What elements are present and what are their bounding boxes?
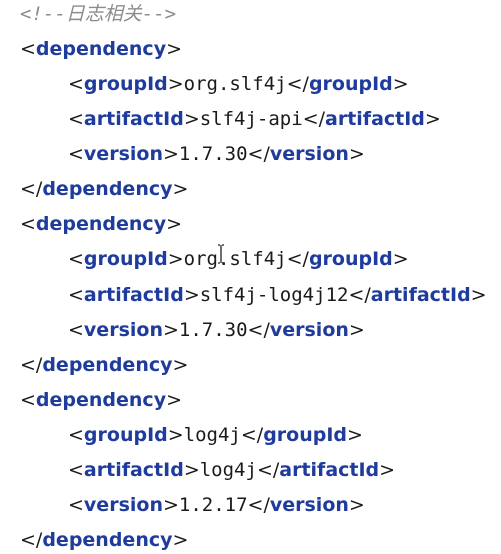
gt-symbol: > <box>392 248 409 270</box>
dependency-tag: dependency <box>35 38 167 60</box>
gt-symbol: > <box>162 319 179 341</box>
gt-symbol: > <box>183 459 200 481</box>
lt-slash-symbol: </ <box>20 529 43 551</box>
artifactid-tag: artifactId <box>83 459 184 481</box>
dependency-close-tag: dependency <box>42 354 173 376</box>
lt-slash-symbol: </ <box>247 143 270 165</box>
gt-symbol: > <box>166 389 183 411</box>
version-close-tag: version <box>269 143 349 165</box>
gt-symbol: > <box>167 73 184 95</box>
gt-symbol: > <box>172 178 189 200</box>
gt-symbol: > <box>348 494 365 516</box>
lt-symbol: < <box>68 459 84 481</box>
gt-symbol: > <box>167 424 184 446</box>
groupid-value: log4j <box>183 424 241 446</box>
version-close-tag: version <box>269 494 349 516</box>
gt-symbol: > <box>470 284 487 306</box>
version-line: <version>1.7.30</version> <box>0 137 365 172</box>
lt-symbol: < <box>68 248 84 270</box>
version-tag: version <box>83 319 163 341</box>
gt-symbol: > <box>392 73 409 95</box>
lt-slash-symbol: </ <box>247 319 270 341</box>
lt-slash-symbol: </ <box>348 284 371 306</box>
gt-symbol: > <box>183 284 200 306</box>
artifactid-value: log4j <box>199 459 257 481</box>
lt-symbol: < <box>68 319 84 341</box>
artifactid-tag: artifactId <box>83 108 184 130</box>
comment-line: <!--日志相关--> <box>0 0 176 32</box>
lt-slash-symbol: </ <box>286 73 309 95</box>
lt-slash-symbol: </ <box>20 178 43 200</box>
gt-symbol: > <box>172 354 189 376</box>
artifactid-value: slf4j-api <box>199 108 303 130</box>
groupid-line: <groupId>org.slf4j</groupId> <box>0 242 409 277</box>
groupid-close-tag: groupId <box>308 248 393 270</box>
lt-symbol: < <box>20 213 36 235</box>
groupid-value: org.slf4j <box>183 248 287 270</box>
artifactid-close-tag: artifactId <box>325 108 425 130</box>
groupid-close-tag: groupId <box>263 424 348 446</box>
gt-symbol: > <box>348 143 365 165</box>
version-value: 1.7.30 <box>178 143 248 165</box>
lt-slash-symbol: </ <box>240 424 264 446</box>
version-value: 1.2.17 <box>178 494 248 516</box>
dependency-tag: dependency <box>35 389 167 411</box>
artifactid-line: <artifactId>slf4j-log4j12</artifactId> <box>0 278 487 313</box>
lt-symbol: < <box>68 73 84 95</box>
artifactid-close-tag: artifactId <box>370 284 471 306</box>
lt-symbol: < <box>68 108 84 130</box>
version-tag: version <box>83 143 163 165</box>
version-line: <version>1.2.17</version> <box>0 488 365 523</box>
version-value: 1.7.30 <box>178 319 248 341</box>
gt-symbol: > <box>348 319 365 341</box>
version-close-tag: version <box>269 319 349 341</box>
lt-symbol: < <box>68 424 84 446</box>
groupid-line: <groupId>log4j</groupId> <box>0 418 363 453</box>
gt-symbol: > <box>183 108 200 130</box>
dependency-open-line: <dependency> <box>0 32 182 67</box>
gt-symbol: > <box>162 143 179 165</box>
lt-symbol: < <box>68 494 84 516</box>
artifactid-value: slf4j-log4j12 <box>199 284 349 306</box>
artifactid-line: <artifactId>slf4j-api</artifactId> <box>0 102 441 137</box>
comment-text: <!--日志相关--> <box>20 3 177 25</box>
lt-slash-symbol: </ <box>256 459 280 481</box>
code-editor[interactable]: <!--日志相关--> <dependency> <groupId>org.sl… <box>0 0 501 554</box>
gt-symbol: > <box>167 248 184 270</box>
dependency-close-line: </dependency> <box>0 348 188 383</box>
groupid-tag: groupId <box>83 424 168 446</box>
groupid-tag: groupId <box>83 248 168 270</box>
lt-slash-symbol: </ <box>302 108 326 130</box>
gt-symbol: > <box>424 108 441 130</box>
version-line: <version>1.7.30</version> <box>0 313 365 348</box>
lt-slash-symbol: </ <box>247 494 270 516</box>
lt-symbol: < <box>20 389 36 411</box>
groupid-close-tag: groupId <box>308 73 393 95</box>
gt-symbol: > <box>166 213 183 235</box>
lt-slash-symbol: </ <box>20 354 43 376</box>
lt-slash-symbol: </ <box>286 248 309 270</box>
dependency-open-line: <dependency> <box>0 383 182 418</box>
gt-symbol: > <box>379 459 396 481</box>
groupid-tag: groupId <box>83 73 168 95</box>
lt-symbol: < <box>68 284 84 306</box>
lt-symbol: < <box>68 143 84 165</box>
lt-symbol: < <box>20 38 36 60</box>
version-tag: version <box>83 494 163 516</box>
dependency-tag: dependency <box>35 213 167 235</box>
gt-symbol: > <box>162 494 179 516</box>
dependency-close-line: </dependency> <box>0 523 188 554</box>
groupid-value: org.slf4j <box>183 73 287 95</box>
dependency-close-tag: dependency <box>42 178 173 200</box>
gt-symbol: > <box>172 529 189 551</box>
gt-symbol: > <box>166 38 183 60</box>
dependency-open-line: <dependency> <box>0 207 182 242</box>
dependency-close-line: </dependency> <box>0 172 188 207</box>
groupid-line: <groupId>org.slf4j</groupId> <box>0 67 409 102</box>
artifactid-tag: artifactId <box>83 284 184 306</box>
gt-symbol: > <box>347 424 363 446</box>
dependency-close-tag: dependency <box>42 529 173 551</box>
artifactid-line: <artifactId>log4j</artifactId> <box>0 453 395 488</box>
artifactid-close-tag: artifactId <box>279 459 380 481</box>
